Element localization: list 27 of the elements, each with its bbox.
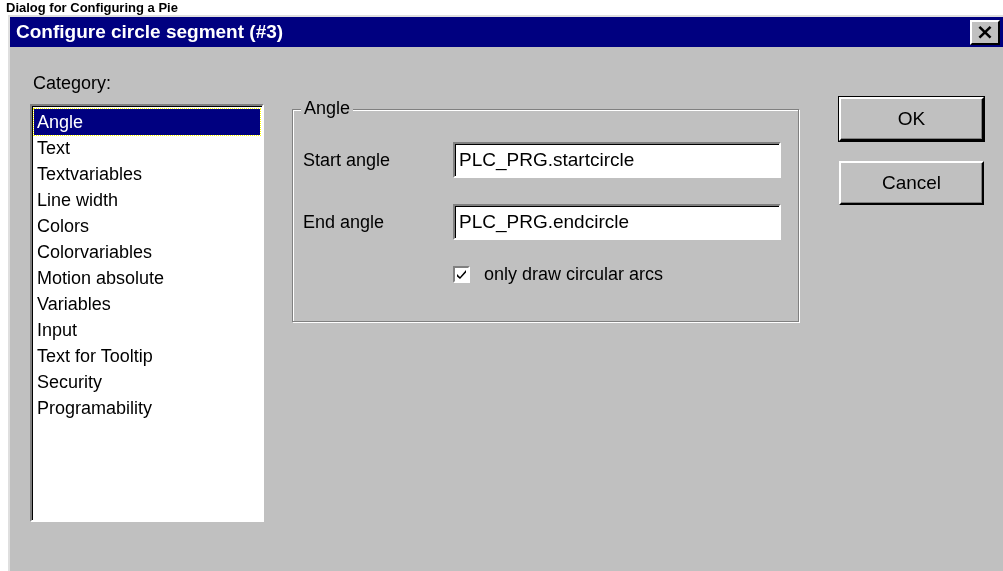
category-item[interactable]: Line width xyxy=(34,187,260,213)
category-label: Category: xyxy=(33,73,113,94)
checkmark-icon xyxy=(455,268,468,281)
input-field[interactable]: PLC_PRG.startcircle xyxy=(453,142,781,178)
dialog-button[interactable]: OK xyxy=(839,97,984,141)
caption-text: Dialog for Configuring a Pie xyxy=(5,0,179,15)
field-label: End angle xyxy=(303,211,386,233)
category-item[interactable]: Variables xyxy=(34,291,260,317)
group-title: Angle xyxy=(301,98,354,119)
checkbox[interactable] xyxy=(453,266,470,283)
dialog-button[interactable]: Cancel xyxy=(839,161,984,205)
category-item[interactable]: Colors xyxy=(34,213,260,239)
input-field[interactable]: PLC_PRG.endcircle xyxy=(453,204,781,240)
checkbox-label: only draw circular arcs xyxy=(484,264,664,285)
category-item[interactable]: Textvariables xyxy=(34,161,260,187)
category-item[interactable]: Input xyxy=(34,317,260,343)
category-item[interactable]: Text xyxy=(34,135,260,161)
category-item[interactable]: Text for Tooltip xyxy=(34,343,260,369)
field-label: Start angle xyxy=(303,149,392,171)
close-button[interactable]: × xyxy=(970,19,1000,45)
category-list[interactable]: Angle Text Textvariables Line width Colors Colorvariables Motion absolute Variables Input Text for Tooltip Security Programability xyxy=(30,104,264,522)
category-item[interactable]: Security xyxy=(34,369,260,395)
category-item[interactable]: Motion absolute xyxy=(34,265,260,291)
window-title: Configure circle segment (#3) xyxy=(16,21,284,43)
category-item[interactable]: Colorvariables xyxy=(34,239,260,265)
category-item[interactable]: Angle xyxy=(34,109,260,135)
category-item[interactable]: Programability xyxy=(34,395,260,421)
